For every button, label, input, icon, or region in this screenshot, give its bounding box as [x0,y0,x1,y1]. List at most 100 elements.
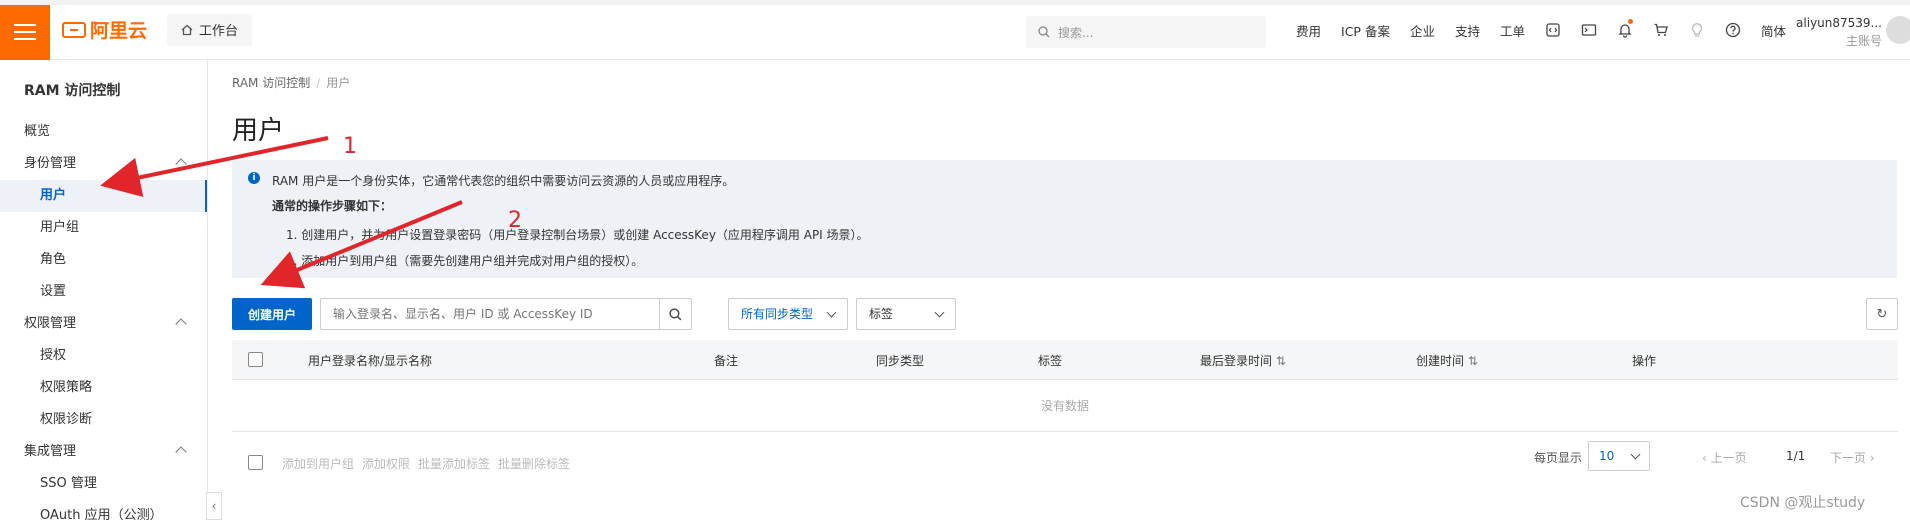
search-icon [669,307,682,320]
sort-icon: ⇅ [1467,354,1478,368]
col-username: 用户登录名称/显示名称 [308,354,433,368]
menu-icon[interactable] [0,3,50,60]
brand-logo[interactable]: 阿里云 [62,16,147,43]
sidebar-item-roles[interactable]: 角色 [0,244,207,276]
sidebar-group-label: 集成管理 [24,444,77,459]
sidebar-group-label: 权限管理 [24,316,77,331]
col-last-login-label: 最后登录时间 [1200,354,1273,368]
code-icon[interactable] [1535,22,1571,38]
info-icon: i [248,172,260,184]
nav-fees[interactable]: 费用 [1286,21,1331,40]
sidebar-collapse-button[interactable]: ‹ [206,492,222,520]
sidebar-item-policies[interactable]: 权限策略 [0,372,207,404]
chevron-up-icon [175,318,187,330]
page-title: 用户 [232,116,285,146]
sidebar-item-oauth[interactable]: OAuth 应用（公测） [0,500,207,520]
col-created-label: 创建时间 [1416,354,1465,368]
notice-line-4: 2. 添加用户到用户组（需要先创建用户组并完成对用户组的授权）。 [286,254,644,268]
sync-type-value: 所有同步类型 [741,307,814,321]
bell-icon[interactable] [1607,19,1643,38]
search-input[interactable]: 搜索... [1026,16,1266,48]
lightbulb-icon[interactable] [1679,22,1715,38]
watermark: CSDN @观止study [1740,495,1866,511]
nav-enterprise[interactable]: 企业 [1400,21,1445,40]
col-created[interactable]: 创建时间 ⇅ [1416,352,1478,369]
add-permission-button[interactable]: 添加权限 [362,455,410,472]
prev-page-button[interactable]: ‹ 上一页 [1702,449,1747,466]
brand-name: 阿里云 [90,20,148,42]
batch-select-checkbox[interactable] [248,455,263,470]
tag-select[interactable]: 标签 [856,298,956,330]
annotation-label-2: 2 [508,208,522,233]
next-page-button[interactable]: 下一页 › [1830,449,1875,466]
refresh-icon: ↻ [1876,306,1888,322]
sidebar-group-permissions[interactable]: 权限管理 [0,308,207,340]
account-name: aliyun87539... [1796,16,1882,30]
next-page-label: 下一页 [1830,451,1867,465]
select-all-checkbox[interactable] [248,352,263,367]
col-remark: 备注 [714,354,739,368]
home-icon [181,24,193,35]
chevron-down-icon [934,307,945,318]
sidebar-item-grants[interactable]: 授权 [0,340,207,372]
batch-add-tags-button[interactable]: 批量添加标签 [418,455,490,472]
cart-icon[interactable] [1643,22,1679,38]
sidebar-group-label: 身份管理 [24,156,77,171]
sidebar-item-sso[interactable]: SSO 管理 [0,468,207,500]
search-icon [1038,26,1050,38]
top-nav: 费用 ICP 备案 企业 支持 工单 简体 [1286,0,1796,60]
notice-line-1: RAM 用户是一个身份实体，它通常代表您的组织中需要访问云资源的人员或应用程序。 [272,174,735,188]
nav-icp[interactable]: ICP 备案 [1331,21,1400,40]
breadcrumb: RAM 访问控制 / 用户 [232,76,351,90]
search-button[interactable] [659,299,691,329]
workbench-label: 工作台 [199,24,239,39]
sidebar-item-diagnosis[interactable]: 权限诊断 [0,404,207,436]
account-menu[interactable]: aliyun87539... 主账号 [1790,14,1882,50]
page-indicator: 1/1 [1786,449,1806,463]
app-root: 阿里云 工作台 搜索... 费用 ICP 备案 企业 支持 工单 简体 aliy… [0,0,1910,520]
workbench-button[interactable]: 工作台 [167,13,253,46]
help-icon[interactable] [1715,22,1751,38]
sidebar-group-identity[interactable]: 身份管理 [0,148,207,180]
refresh-button[interactable]: ↻ [1866,298,1898,330]
empty-state: 没有数据 [232,380,1898,432]
create-user-button[interactable]: 创建用户 [232,298,312,330]
sidebar-item-overview[interactable]: 概览 [0,116,207,148]
top-bar: 阿里云 工作台 搜索... 费用 ICP 备案 企业 支持 工单 简体 aliy… [0,0,1910,60]
annotation-label-1: 1 [343,134,357,159]
sidebar-title: RAM 访问控制 [24,83,121,99]
chevron-down-icon [826,307,837,318]
avatar[interactable] [1886,16,1910,44]
search-placeholder: 搜索... [1058,25,1094,40]
info-notice: i RAM 用户是一个身份实体，它通常代表您的组织中需要访问云资源的人员或应用程… [232,160,1897,278]
page-size-label: 每页显示 [1534,451,1583,465]
sync-type-select[interactable]: 所有同步类型 [728,298,848,330]
col-last-login[interactable]: 最后登录时间 ⇅ [1200,352,1286,369]
chevron-up-icon [175,446,187,458]
sidebar-group-integration[interactable]: 集成管理 [0,436,207,468]
sidebar-item-settings[interactable]: 设置 [0,276,207,308]
table-header: 用户登录名称/显示名称 备注 同步类型 标签 最后登录时间 ⇅ 创建时间 ⇅ 操… [232,340,1898,380]
aliyun-logo-icon [62,21,86,38]
terminal-icon[interactable] [1571,22,1607,38]
account-type: 主账号 [1845,34,1882,48]
nav-support[interactable]: 支持 [1445,21,1490,40]
prev-page-label: 上一页 [1710,451,1747,465]
chevron-down-icon [1630,449,1641,460]
sidebar-item-user-groups[interactable]: 用户组 [0,212,207,244]
breadcrumb-current: 用户 [326,76,351,90]
batch-delete-tags-button[interactable]: 批量删除标签 [498,455,570,472]
user-search-input[interactable] [321,299,659,329]
col-actions: 操作 [1632,354,1657,368]
page-size-select[interactable]: 10 [1588,441,1650,471]
nav-ticket[interactable]: 工单 [1490,21,1535,40]
notice-line-2: 通常的操作步骤如下： [272,199,393,213]
add-to-group-button[interactable]: 添加到用户组 [282,455,354,472]
chevron-up-icon [175,158,187,170]
notice-line-3: 1. 创建用户，并为用户设置登录密码（用户登录控制台场景）或创建 AccessK… [286,228,869,242]
tag-select-value: 标签 [869,307,894,321]
breadcrumb-ram[interactable]: RAM 访问控制 [232,76,310,90]
page-size-value: 10 [1599,449,1615,463]
sidebar-item-users[interactable]: 用户 [0,180,207,212]
user-search-field [320,298,692,330]
